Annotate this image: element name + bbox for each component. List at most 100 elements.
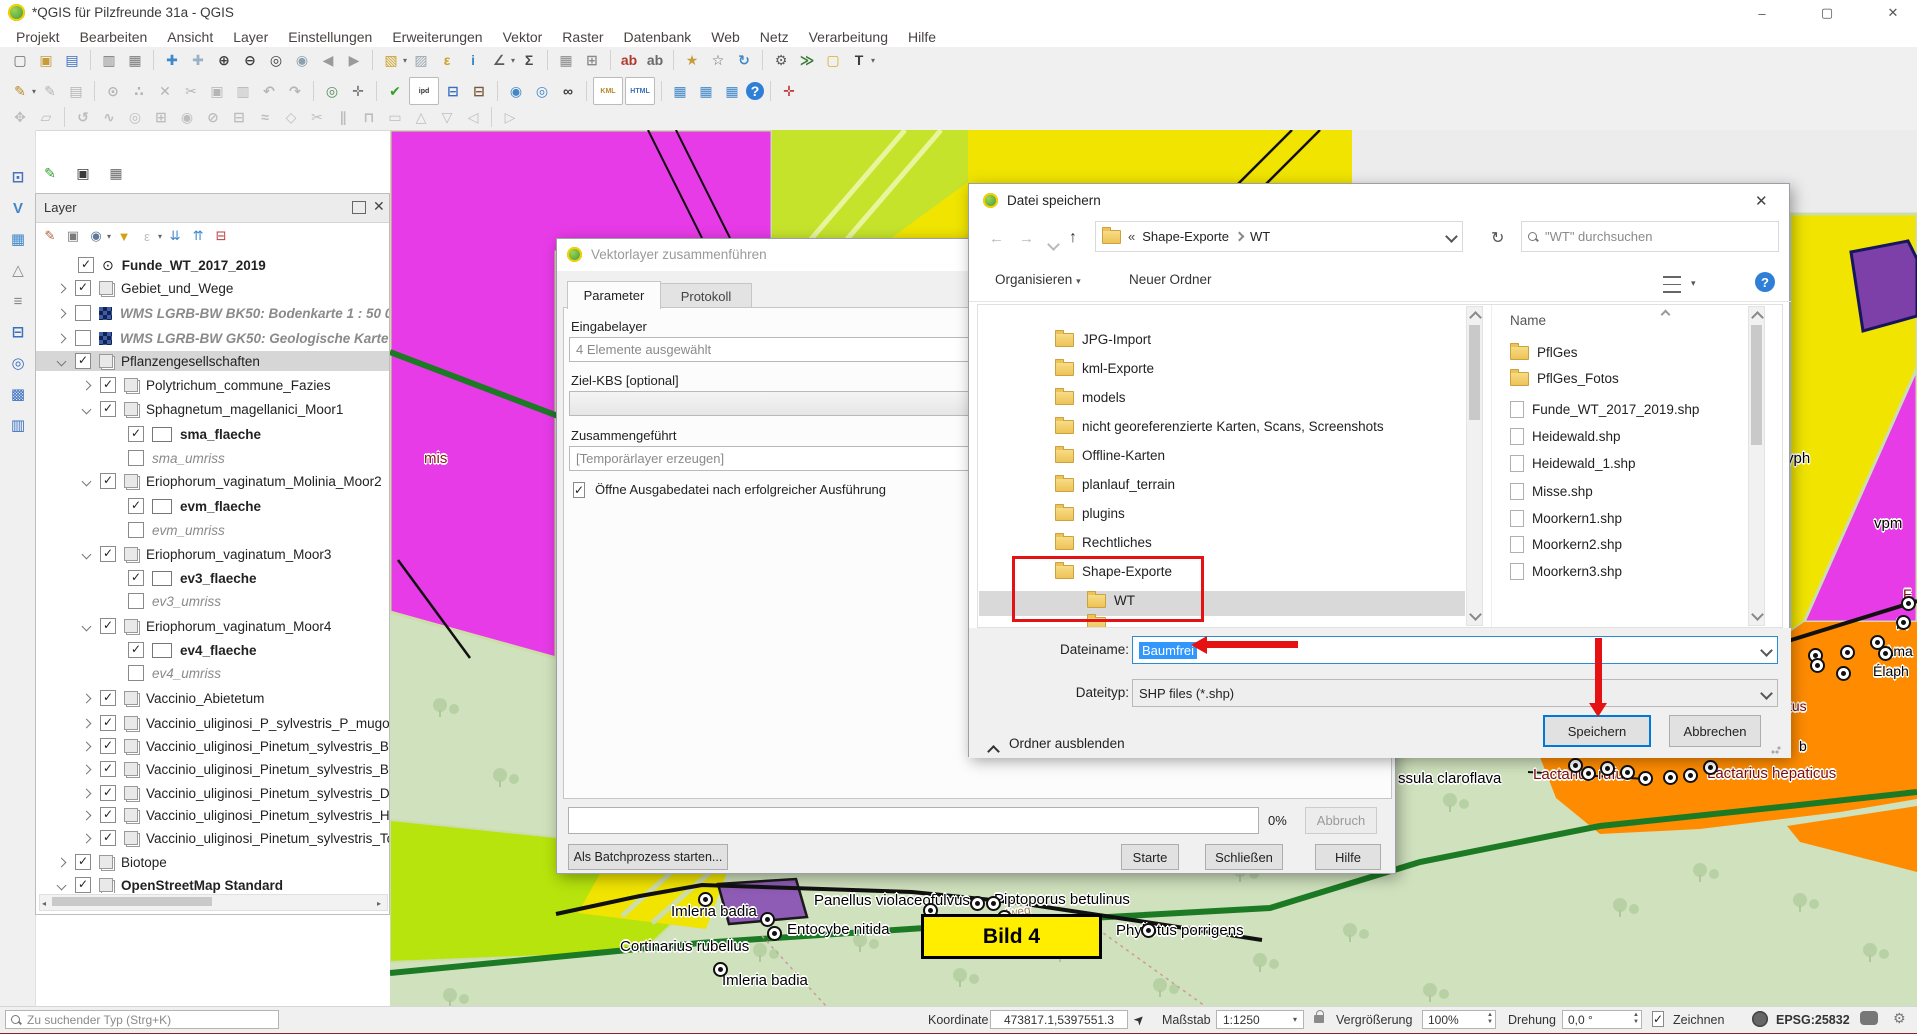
dropdown-indicator-icon[interactable]: ▾ — [158, 232, 162, 241]
scroll-right-icon[interactable]: ▸ — [377, 899, 381, 908]
layer-tree-row[interactable]: ✓Vaccinio_Abietetum — [36, 688, 389, 708]
folder-row[interactable]: Offline-Karten — [1055, 448, 1165, 463]
add-spatialite-layer-icon[interactable]: ◎ — [6, 351, 30, 375]
zoom-to-selection-icon[interactable]: ◉ — [290, 48, 314, 72]
abort-button[interactable]: Abbruch — [1305, 807, 1377, 834]
nav-up-icon[interactable]: ↑ — [1069, 229, 1077, 247]
export-html-icon[interactable]: HTML — [625, 77, 655, 105]
layer-checkbox[interactable]: ✓ — [100, 618, 116, 634]
layer-checkbox[interactable]: ✓ — [100, 377, 116, 393]
copy-move-feature-icon[interactable]: ▱ — [34, 105, 58, 129]
nav-history-icon[interactable] — [1049, 236, 1058, 254]
paste-features-icon[interactable]: ▥ — [231, 79, 255, 103]
expander-icon[interactable] — [82, 810, 92, 820]
menu-bearbeiten[interactable]: Bearbeiten — [70, 27, 158, 47]
refresh-map-icon[interactable]: ↻ — [732, 48, 756, 72]
expander-icon[interactable] — [57, 857, 67, 867]
folder-row[interactable]: nicht georeferenzierte Karten, Scans, Sc… — [1055, 419, 1384, 434]
reshape-features-icon[interactable]: ◇ — [279, 105, 303, 129]
layer-tree-row[interactable]: ✓Vaccinio_uliginosi_Pinetum_sylvestris_B… — [36, 736, 389, 756]
redo-icon[interactable]: ↷ — [283, 79, 307, 103]
locator-search-input[interactable]: Zu suchender Typ (Strg+K) — [5, 1010, 279, 1029]
toggle-editing-icon[interactable]: ✎ — [38, 79, 62, 103]
expander-icon[interactable] — [82, 476, 92, 486]
select-by-expression-icon[interactable]: ε — [435, 48, 459, 72]
rotate-feature-icon[interactable]: ↺ — [71, 105, 95, 129]
crosshair-tool-icon[interactable]: ✛ — [777, 79, 801, 103]
layer-tree-row[interactable]: ✓sma_flaeche — [36, 424, 389, 444]
folder-row[interactable]: JPG-Import — [1055, 332, 1151, 347]
filter-legend-icon[interactable]: ▼ — [114, 226, 134, 246]
address-bar[interactable]: « Shape-Exporte WT — [1095, 221, 1463, 252]
expander-icon[interactable] — [57, 880, 67, 890]
offline-editing-icon[interactable]: ⊟ — [441, 79, 465, 103]
float-panel-icon[interactable] — [352, 201, 366, 214]
layout-manager-icon[interactable]: ▦ — [123, 48, 147, 72]
cut-features-icon[interactable]: ✂ — [179, 79, 203, 103]
layer-checkbox[interactable]: ✓ — [100, 807, 116, 823]
identify-features-icon[interactable]: i — [461, 48, 485, 72]
expander-icon[interactable] — [82, 693, 92, 703]
layer-checkbox[interactable] — [128, 450, 144, 466]
folder-row[interactable]: planlauf_terrain — [1055, 477, 1175, 492]
layer-panel-hscrollbar[interactable]: ◂ ▸ — [39, 894, 388, 911]
collapse-all-icon[interactable]: ⇈ — [188, 226, 208, 246]
pan-map-icon[interactable]: ✚ — [160, 48, 184, 72]
remove-layer-icon[interactable]: ⊟ — [211, 226, 231, 246]
add-wms-layer-icon[interactable]: ▩ — [6, 382, 30, 406]
layer-tree-row[interactable]: ✓Eriophorum_vaginatum_Moor3 — [36, 544, 389, 564]
messages-icon[interactable] — [1860, 1011, 1878, 1025]
expander-icon[interactable] — [57, 356, 67, 366]
breadcrumb-shape-exporte[interactable]: Shape-Exporte — [1142, 229, 1229, 244]
layer-checkbox[interactable]: ✓ — [128, 642, 144, 658]
expander-icon[interactable] — [82, 741, 92, 751]
python-console-icon[interactable]: ≫ — [795, 48, 819, 72]
expander-icon[interactable] — [82, 549, 92, 559]
layer-checkbox[interactable]: ✓ — [100, 473, 116, 489]
filename-dropdown-icon[interactable] — [1760, 644, 1773, 657]
expander-icon[interactable] — [82, 621, 92, 631]
vertex-tool-icon[interactable]: ∴ — [127, 79, 151, 103]
layer-tree-row[interactable]: WMS LGRB-BW BK50: Bodenkarte 1 : 50 000 … — [36, 303, 389, 323]
menu-einstellungen[interactable]: Einstellungen — [278, 27, 382, 47]
layer-checkbox[interactable]: ✓ — [100, 401, 116, 417]
add-group-icon[interactable]: ▣ — [63, 226, 83, 246]
new-print-layout-icon[interactable]: ▥ — [97, 48, 121, 72]
deselect-features-icon[interactable]: ▨ — [409, 48, 433, 72]
layer-checkbox[interactable]: ✓ — [100, 830, 116, 846]
expander-icon[interactable] — [82, 788, 92, 798]
layer-checkbox[interactable] — [75, 330, 91, 346]
labeling-icon[interactable]: ab — [617, 48, 641, 72]
menu-hilfe[interactable]: Hilfe — [898, 27, 946, 47]
folder-row[interactable]: plugins — [1055, 506, 1125, 521]
close-button[interactable]: ✕ — [1876, 2, 1910, 24]
offset-curve-icon[interactable]: ≈ — [253, 105, 277, 129]
dropdown-indicator-icon[interactable]: ▾ — [107, 232, 111, 241]
maximize-button[interactable]: ▢ — [1810, 2, 1844, 24]
folder-row[interactable]: PflGes — [1510, 345, 1578, 360]
open-project-icon[interactable]: ▣ — [34, 48, 58, 72]
layer-checkbox[interactable]: ✓ — [128, 570, 144, 586]
refresh-icon[interactable]: ↻ — [1491, 228, 1504, 248]
expander-icon[interactable] — [82, 380, 92, 390]
manage-map-themes-icon[interactable]: ◉ — [86, 226, 106, 246]
current-edits-icon[interactable]: ✎ — [8, 79, 32, 103]
organize-menu[interactable]: Organisieren ▾ — [995, 272, 1081, 287]
menu-netz[interactable]: Netz — [750, 27, 799, 47]
zoom-next-icon[interactable]: ▶ — [342, 48, 366, 72]
layer-tree-row[interactable]: ✓Eriophorum_vaginatum_Molinia_Moor2 — [36, 471, 389, 491]
address-dropdown-icon[interactable] — [1445, 230, 1458, 243]
file-row[interactable]: Heidewald.shp — [1510, 428, 1621, 445]
open-layer-styling-panel-icon[interactable]: ✎ — [40, 226, 60, 246]
layer-tree-row[interactable]: ✓Eriophorum_vaginatum_Moor4 — [36, 616, 389, 636]
filetype-dropdown-icon[interactable] — [1760, 687, 1773, 700]
layer-checkbox[interactable] — [128, 593, 144, 609]
menu-ansicht[interactable]: Ansicht — [157, 27, 223, 47]
tab-protokoll[interactable]: Protokoll — [660, 283, 752, 309]
merge-features-icon[interactable]: ⊓ — [357, 105, 381, 129]
coordinate-input[interactable]: 473817.1,5397551.3 — [990, 1010, 1128, 1029]
close-dialog-button[interactable]: Schließen — [1205, 844, 1283, 870]
add-wfs-layer-icon[interactable]: ▥ — [6, 413, 30, 437]
close-panel-icon[interactable]: ✕ — [373, 198, 385, 215]
layer-tree-row[interactable]: WMS LGRB-BW GK50: Geologische Karte 1 : … — [36, 328, 389, 348]
